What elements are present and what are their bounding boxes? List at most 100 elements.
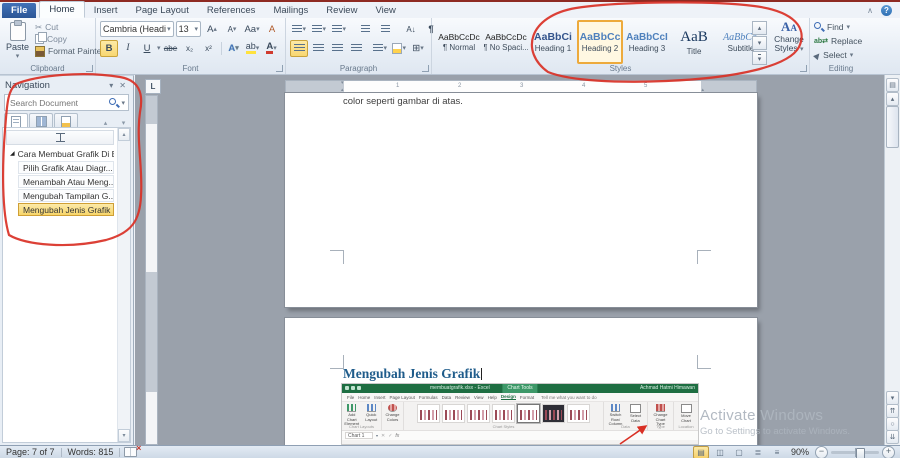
chart-style-thumbnail[interactable] <box>467 404 490 423</box>
strikethrough-button[interactable]: abe <box>162 40 180 57</box>
ribbon-tab-insert[interactable]: Insert <box>85 3 127 18</box>
formula-fx-icon[interactable]: fx <box>395 433 399 439</box>
search-options-caret-icon[interactable]: ▾ <box>121 99 125 107</box>
align-right-button[interactable] <box>328 40 346 57</box>
nav-heading-item[interactable]: Mengubah Jenis Grafik <box>18 203 114 216</box>
formula-cancel-icon[interactable]: ✕ <box>381 433 385 439</box>
zoom-slider[interactable] <box>831 447 879 458</box>
nav-heading-item[interactable]: Mengubah Tampilan G... <box>18 189 114 202</box>
find-button[interactable]: Find ▾ <box>810 20 872 34</box>
chart-style-thumbnail[interactable] <box>517 404 540 423</box>
underline-caret-icon[interactable]: ▾ <box>157 44 161 52</box>
ribbon-tab-mailings[interactable]: Mailings <box>264 3 317 18</box>
horizontal-ruler[interactable]: ▾ ▴ ▴ 1 2 3 4 5 <box>285 80 757 93</box>
style-heading-2[interactable]: AaBbCc Heading 2 <box>577 20 623 64</box>
excel-tab-home[interactable]: Home <box>358 395 370 400</box>
document-page-1[interactable]: color seperti gambar di atas. <box>285 93 757 307</box>
chart-style-thumbnail[interactable] <box>417 404 440 423</box>
nav-heading-item[interactable]: Pilih Grafik Atau Diagr... <box>18 161 114 174</box>
nav-scroll-down-icon[interactable]: ▾ <box>118 429 130 442</box>
chart-style-thumbnail[interactable] <box>542 404 565 423</box>
quick-layout-button[interactable]: Quick Layout <box>363 404 381 422</box>
styles-scroll-down-button[interactable]: ▾ <box>752 36 767 50</box>
align-left-button[interactable] <box>290 39 308 57</box>
excel-tab-format[interactable]: Format <box>520 395 534 400</box>
font-color-button[interactable]: A ▾ <box>263 40 281 57</box>
zoom-in-button[interactable]: + <box>882 445 895 458</box>
excel-tab-insert[interactable]: Insert <box>374 395 385 400</box>
excel-tab-review[interactable]: Review <box>455 395 470 400</box>
paragraph-dialog-launcher[interactable] <box>422 65 429 72</box>
zoom-slider-thumb[interactable] <box>856 447 866 458</box>
nav-heading-item[interactable]: ◢ Cara Membuat Grafik Di E... <box>6 147 114 160</box>
align-center-button[interactable] <box>309 40 327 57</box>
right-indent-marker[interactable]: ▴ <box>701 88 704 93</box>
styles-more-button[interactable]: ▾ <box>752 51 767 65</box>
subscript-button[interactable]: x₂ <box>181 40 199 57</box>
multilevel-list-button[interactable]: ▾ <box>330 21 348 38</box>
web-layout-view-button[interactable]: ▢ <box>731 446 747 458</box>
print-layout-view-button[interactable]: ▤ <box>692 445 709 458</box>
scrollbar-thumb[interactable] <box>886 106 899 148</box>
left-indent-marker[interactable]: ▴ <box>341 88 344 93</box>
font-dialog-launcher[interactable] <box>276 65 283 72</box>
shrink-font-button[interactable]: A ▾ <box>223 21 241 38</box>
excel-tab-page-layout[interactable]: Page Layout <box>390 395 415 400</box>
scroll-up-button[interactable]: ▴ <box>886 92 899 106</box>
vertical-ruler[interactable] <box>145 95 158 445</box>
excel-tab-design[interactable]: Design <box>500 394 516 400</box>
copy-button[interactable]: Copy <box>35 32 104 45</box>
sort-button[interactable]: A↓ <box>402 21 420 38</box>
decrease-indent-button[interactable] <box>356 21 374 38</box>
ribbon-tab-view[interactable]: View <box>366 3 404 18</box>
formula-enter-icon[interactable]: ✓ <box>388 433 392 439</box>
document-page-2[interactable]: Mengubah Jenis Grafik membuatgrafik.xlsx… <box>285 318 757 445</box>
excel-name-box[interactable]: Chart 1 <box>345 432 373 439</box>
change-case-button[interactable]: Aa ▾ <box>243 21 261 38</box>
styles-scroll-up-button[interactable]: ▴ <box>752 21 767 35</box>
bullets-button[interactable]: ▾ <box>290 21 308 38</box>
superscript-button[interactable]: x² <box>200 40 218 57</box>
search-icon[interactable] <box>109 97 119 108</box>
text-effects-button[interactable]: A ▾ <box>225 40 243 57</box>
highlight-button[interactable]: ab ▾ <box>244 40 262 57</box>
chart-style-thumbnail[interactable] <box>492 404 515 423</box>
navigation-scrollbar[interactable]: ▴ ▾ <box>117 128 130 442</box>
excel-tab-help[interactable]: Help <box>488 395 497 400</box>
bold-button[interactable]: B <box>100 39 118 57</box>
chart-style-thumbnail[interactable] <box>442 404 465 423</box>
ribbon-tab-review[interactable]: Review <box>317 3 366 18</box>
zoom-out-button[interactable]: − <box>815 445 828 458</box>
grow-font-button[interactable]: A ▴ <box>203 21 221 38</box>
paste-button[interactable]: Paste ▾ <box>3 20 32 62</box>
search-input[interactable] <box>8 96 108 109</box>
style-title[interactable]: AaB Title <box>671 20 717 64</box>
justify-button[interactable] <box>347 40 365 57</box>
clear-formatting-button[interactable]: A <box>263 21 281 38</box>
proofing-errors-icon[interactable] <box>124 443 141 457</box>
clipboard-dialog-launcher[interactable] <box>86 65 93 72</box>
document-scrollbar[interactable]: ▤ ▴ ▾ ⇈ ○ ⇊ <box>884 75 900 445</box>
move-chart-button[interactable]: Move Chart <box>677 404 695 423</box>
style-normal[interactable]: AaBbCcDc ¶ Normal <box>436 20 482 64</box>
chart-style-thumbnail[interactable] <box>567 404 590 423</box>
word-count[interactable]: Words: 815 <box>62 447 120 457</box>
style-heading-1[interactable]: AaBbCi Heading 1 <box>530 20 576 64</box>
excel-tab-file[interactable]: File <box>347 395 354 400</box>
increase-indent-button[interactable] <box>376 21 394 38</box>
ribbon-tab-home[interactable]: Home <box>39 1 85 18</box>
page-indicator[interactable]: Page: 7 of 7 <box>0 447 61 457</box>
previous-page-button[interactable]: ⇈ <box>886 404 899 418</box>
first-line-indent-marker[interactable]: ▾ <box>341 81 344 86</box>
draft-view-button[interactable]: ≡ <box>769 446 785 458</box>
outline-view-button[interactable]: ≣ <box>750 446 766 458</box>
line-spacing-button[interactable]: ▾ <box>371 40 389 57</box>
underline-button[interactable]: U <box>138 40 156 57</box>
expander-icon[interactable]: ◢ <box>10 148 15 160</box>
tab-stop-selector[interactable]: L <box>145 79 161 94</box>
style-no-spaci[interactable]: AaBbCcDc ¶ No Spaci... <box>483 20 529 64</box>
next-page-button[interactable]: ⇊ <box>886 430 899 444</box>
navigation-close-icon[interactable]: ✕ <box>116 81 129 90</box>
style-heading-3[interactable]: AaBbCcI Heading 3 <box>624 20 670 64</box>
styles-dialog-launcher[interactable] <box>800 65 807 72</box>
